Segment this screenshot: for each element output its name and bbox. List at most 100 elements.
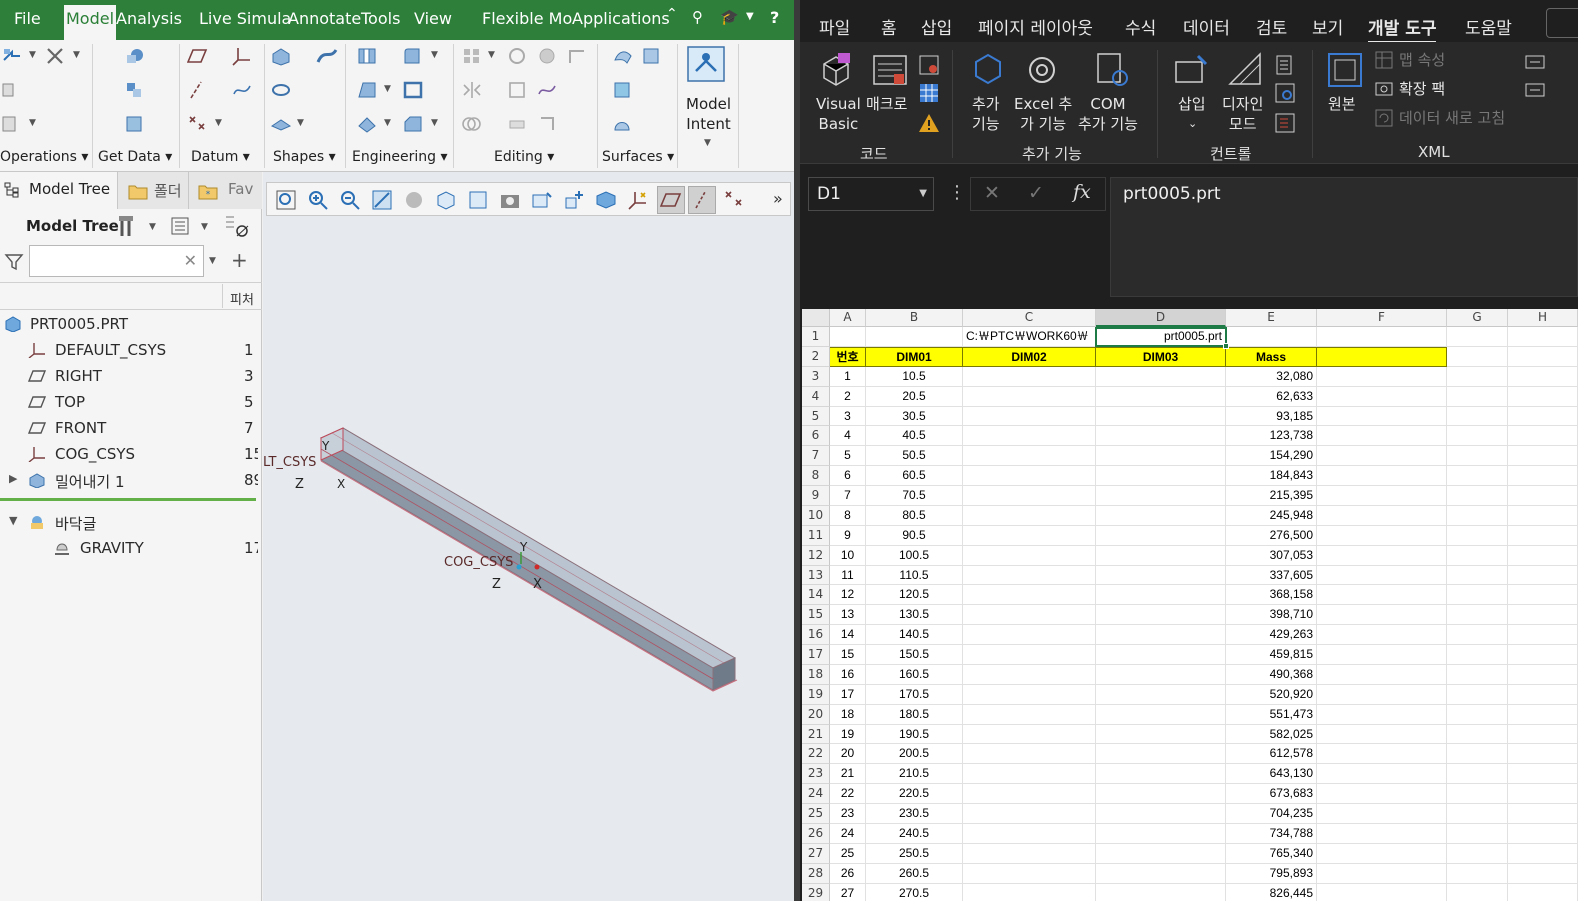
row-header[interactable]: 10 — [802, 505, 830, 526]
cell-a19[interactable]: 17 — [830, 684, 866, 705]
cell-g16[interactable] — [1447, 625, 1508, 645]
blend-icon[interactable] — [270, 114, 292, 134]
insert-here-marker[interactable] — [0, 498, 256, 501]
column-header-b[interactable]: B — [866, 309, 963, 327]
export-icon[interactable] — [1524, 80, 1546, 100]
cell-h12[interactable] — [1508, 545, 1578, 566]
cell-a20[interactable]: 18 — [830, 704, 866, 725]
row-header[interactable]: 28 — [802, 863, 830, 884]
cell-d20[interactable] — [1096, 704, 1226, 725]
import-icon[interactable] — [1524, 52, 1546, 72]
cell-d16[interactable] — [1096, 625, 1226, 645]
cell-d24[interactable] — [1096, 784, 1226, 804]
cell-g21[interactable] — [1447, 724, 1508, 745]
row-header[interactable]: 15 — [802, 605, 830, 626]
hole-icon[interactable] — [356, 46, 378, 66]
chevron-down-icon[interactable]: ▼ — [29, 50, 36, 60]
shell-icon[interactable] — [402, 80, 424, 100]
cell-h10[interactable] — [1508, 505, 1578, 526]
cell-h28[interactable] — [1508, 863, 1578, 884]
row-header[interactable]: 7 — [802, 446, 830, 467]
cell-c4[interactable] — [963, 386, 1096, 407]
cell-c11[interactable] — [963, 525, 1096, 546]
cell-a28[interactable]: 26 — [830, 863, 866, 884]
cell-f29[interactable] — [1317, 883, 1447, 901]
cell-g29[interactable] — [1447, 883, 1508, 901]
cell-a29[interactable]: 27 — [830, 883, 866, 901]
cell-h20[interactable] — [1508, 704, 1578, 725]
chevron-down-icon[interactable]: ▼ — [149, 222, 156, 232]
row-header[interactable]: 22 — [802, 744, 830, 765]
cell-h29[interactable] — [1508, 883, 1578, 901]
cell-h14[interactable] — [1508, 585, 1578, 606]
confirm-entry-icon[interactable]: ✓ — [1028, 182, 1044, 204]
cell-h3[interactable] — [1508, 366, 1578, 387]
extend-icon[interactable] — [507, 80, 529, 100]
cell-b21[interactable]: 190.5 — [866, 724, 963, 745]
cell-b17[interactable]: 150.5 — [866, 645, 963, 665]
cell-f13[interactable] — [1317, 565, 1447, 586]
cell-g14[interactable] — [1447, 585, 1508, 606]
cell-d22[interactable] — [1096, 744, 1226, 765]
cell-g11[interactable] — [1447, 525, 1508, 546]
cell-d4[interactable] — [1096, 386, 1226, 407]
chevron-down-icon[interactable]: ▼ — [488, 50, 495, 60]
shrinkwrap-icon[interactable] — [124, 114, 146, 134]
cell-f23[interactable] — [1317, 764, 1447, 785]
cell-f10[interactable] — [1317, 505, 1447, 526]
merge-icon[interactable] — [537, 46, 559, 66]
cell-c21[interactable] — [963, 724, 1096, 745]
cell-b27[interactable]: 250.5 — [866, 843, 963, 864]
tools-icon[interactable] — [116, 214, 138, 238]
cell-h7[interactable] — [1508, 446, 1578, 467]
cell-g6[interactable] — [1447, 426, 1508, 447]
cell-e12[interactable]: 307,053 — [1226, 545, 1317, 566]
cell-f8[interactable] — [1317, 466, 1447, 486]
cell-a15[interactable]: 13 — [830, 605, 866, 626]
tree-item-front[interactable]: FRONT 7 — [0, 417, 262, 441]
properties-icon[interactable] — [1274, 54, 1296, 76]
cell-a1[interactable] — [830, 327, 866, 347]
cell-b11[interactable]: 90.5 — [866, 525, 963, 546]
cell-b16[interactable]: 140.5 — [866, 625, 963, 645]
cell-a18[interactable]: 16 — [830, 664, 866, 685]
cell-a22[interactable]: 20 — [830, 744, 866, 765]
cell-h18[interactable] — [1508, 664, 1578, 685]
chevron-down-icon[interactable]: ⌄ — [1188, 114, 1197, 134]
cell-d5[interactable] — [1096, 406, 1226, 427]
chevron-down-icon[interactable]: ▼ — [73, 50, 80, 60]
cell-a4[interactable]: 2 — [830, 386, 866, 407]
axis-icon[interactable] — [187, 80, 209, 100]
cell-f2[interactable] — [1317, 346, 1447, 367]
tab-help[interactable]: 도움말 — [1465, 14, 1512, 39]
cell-h26[interactable] — [1508, 823, 1578, 844]
cell-a24[interactable]: 22 — [830, 784, 866, 804]
cell-a8[interactable]: 6 — [830, 466, 866, 486]
cell-f19[interactable] — [1317, 684, 1447, 705]
cell-f25[interactable] — [1317, 804, 1447, 824]
style-icon[interactable] — [612, 114, 634, 134]
draft-icon[interactable] — [356, 80, 378, 100]
search-help-icon[interactable]: ⚲ — [692, 8, 703, 26]
cell-b19[interactable]: 170.5 — [866, 684, 963, 705]
tree-item-default-csys[interactable]: DEFAULT_CSYS 1 — [0, 339, 262, 363]
cell-d14[interactable] — [1096, 585, 1226, 606]
copy-geometry-icon[interactable] — [124, 80, 146, 100]
chevron-down-icon[interactable]: ▼ — [29, 118, 36, 128]
cell-h27[interactable] — [1508, 843, 1578, 864]
cancel-entry-icon[interactable]: ✕ — [984, 182, 1000, 204]
user-defined-feature-icon[interactable] — [124, 46, 146, 66]
cell-g23[interactable] — [1447, 764, 1508, 785]
cell-h8[interactable] — [1508, 466, 1578, 486]
cell-c2[interactable]: DIM02 — [963, 346, 1096, 367]
nav-tab-model-tree[interactable]: Model Tree — [29, 180, 110, 198]
cell-d19[interactable] — [1096, 684, 1226, 705]
cell-a26[interactable]: 24 — [830, 823, 866, 844]
cell-e9[interactable]: 215,395 — [1226, 486, 1317, 506]
row-header[interactable]: 24 — [802, 784, 830, 804]
cell-e5[interactable]: 93,185 — [1226, 406, 1317, 427]
cell-e15[interactable]: 398,710 — [1226, 605, 1317, 626]
xml-source-button[interactable]: 원본 — [1328, 94, 1356, 114]
cell-f9[interactable] — [1317, 486, 1447, 506]
cell-f28[interactable] — [1317, 863, 1447, 884]
